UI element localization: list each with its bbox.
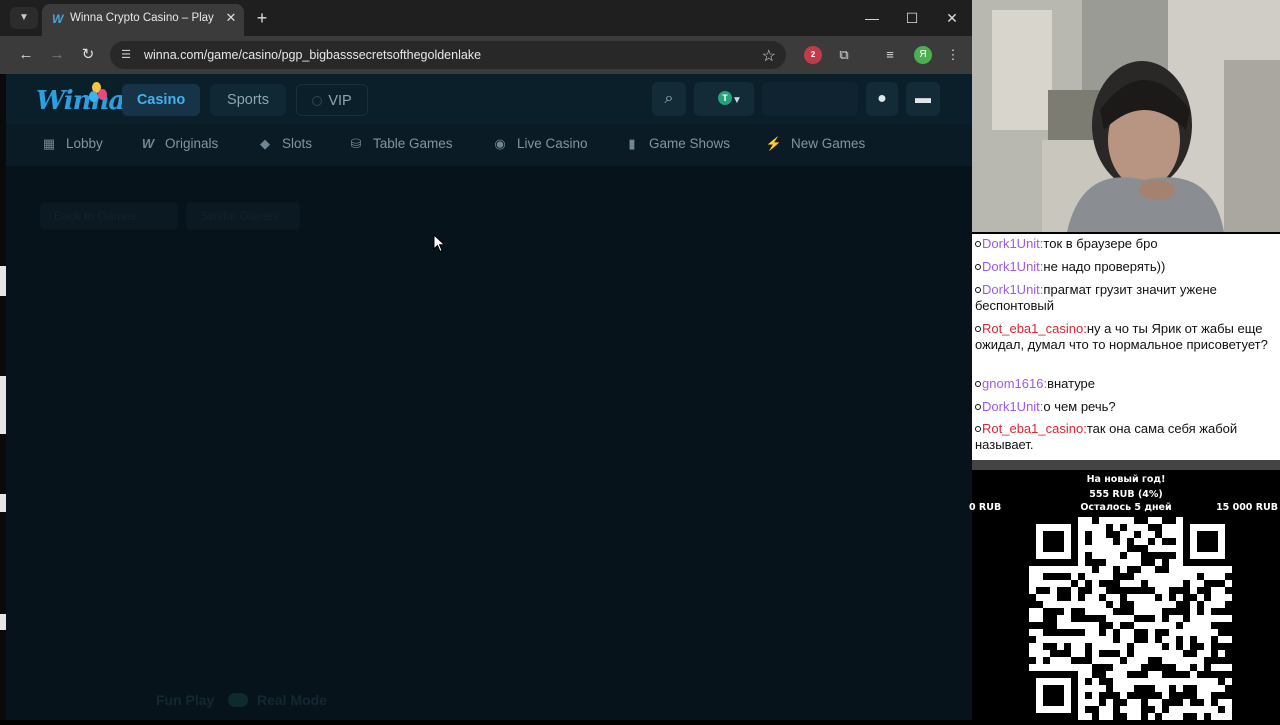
chat-bullet-icon [975,326,981,332]
tab-strip: ▼ W Winna Crypto Casino – Play and ✕ + —… [0,0,972,36]
tab-close-icon[interactable]: ✕ [223,10,239,26]
chevron-down-icon: ▼ [732,95,742,106]
chat-message: Dork1Unit:прагмат грузит значит ужене бе… [975,282,1217,313]
close-window-icon[interactable]: ✕ [942,8,962,28]
back-to-games-button[interactable]: Back to Games [40,202,178,230]
game-content-area: Back to Games Similar Games Fun Play Rea… [6,166,972,720]
active-tab[interactable]: W Winna Crypto Casino – Play and ✕ [42,4,244,36]
chat-bullet-icon [975,426,981,432]
chat-bubble-icon[interactable]: ▬ [906,82,940,116]
search-icon[interactable]: ⌕ [652,82,686,116]
category-nav: ▦ Lobby W Originals ◆ Slots ⛁ Table Games ◉ L… [6,124,972,166]
balance-display[interactable] [762,82,858,116]
back-arrow-icon[interactable]: ← [16,45,36,65]
fun-play-label[interactable]: Fun Play [156,692,214,708]
browser-menu-icon[interactable]: ⋮ [943,45,963,65]
minimize-icon[interactable]: — [862,8,882,28]
category-live-casino[interactable]: ◉ Live Casino [491,136,587,154]
goal-max: 15 000 RUB [1216,502,1278,513]
diamond-icon: ◆ [260,136,270,151]
category-lobby[interactable]: ▦ Lobby [40,136,103,154]
tab-title: Winna Crypto Casino – Play and [70,12,216,24]
donation-qr-code[interactable] [1029,517,1232,720]
user-icon[interactable]: ● [866,82,898,116]
nav-casino-tab[interactable]: Casino [122,84,200,116]
category-originals[interactable]: W Originals [139,136,218,154]
stream-chat: Dork1Unit:ток в браузере бро Dork1Unit:н… [972,234,1280,460]
real-mode-label[interactable]: Real Mode [257,692,327,708]
url-text[interactable]: winna.com/game/casino/pgp_bigbasssecrets… [144,48,481,62]
donation-goal: На новый год! 555 RUB (4%) 0 RUB Осталос… [969,470,1280,520]
chat-bullet-icon [975,287,981,293]
similar-games-button[interactable]: Similar Games [186,202,300,230]
webcam-image [972,0,1280,232]
chat-bullet-icon [975,381,981,387]
reload-icon[interactable]: ↻ [78,45,98,65]
microphone-icon: ▮ [628,136,636,151]
chat-bullet-icon [975,264,981,270]
vip-spinner-icon [312,96,323,106]
browser-toolbar: ← → ↻ ☰ winna.com/game/casino/pgp_bigbas… [0,36,972,74]
balloon-icon [98,89,107,100]
stream-overlay: Dork1Unit:ток в браузере бро Dork1Unit:н… [969,0,1280,720]
chat-message: Rot_eba1_casino:так она сама себя жабой … [975,421,1238,452]
mouse-cursor-icon [433,234,446,253]
tab-search-button[interactable]: ▼ [10,7,38,29]
browser-window: ▼ W Winna Crypto Casino – Play and ✕ + —… [0,0,972,720]
extension-adblock-icon[interactable]: 2 [804,46,822,64]
winna-w-icon: W [141,136,155,151]
chat-message: Dork1Unit:не надо проверять)) [975,259,1275,275]
winna-page: Winna Casino Sports VIP ⌕ ▼ T ● ▬ ▦ Lobby… [6,74,972,720]
balloon-icon [89,91,98,102]
address-bar[interactable]: ☰ winna.com/game/casino/pgp_bigbasssecre… [110,41,786,69]
chat-message: Dork1Unit:о чем речь? [975,399,1275,415]
broadcast-icon: ◉ [494,136,506,151]
nav-vip-tab[interactable]: VIP [296,84,368,116]
poker-chip-icon: ⛁ [350,136,362,151]
extensions-puzzle-icon[interactable]: ⧉ [834,45,854,65]
new-tab-button[interactable]: + [252,8,272,28]
qr-code-image [1029,517,1232,720]
winna-favicon-icon: W [52,12,64,26]
chat-bullet-icon [975,241,981,247]
category-table-games[interactable]: ⛁ Table Games [347,136,453,154]
tether-currency-icon: T [718,91,732,105]
bookmark-star-icon[interactable]: ☆ [762,46,776,66]
nav-sports-tab[interactable]: Sports [210,84,286,116]
maximize-icon[interactable]: ☐ [902,8,922,28]
chat-footer-bar [972,460,1280,470]
chat-message: gnom1616:внатуре [975,376,1275,392]
reading-list-icon[interactable]: ≡ [880,45,900,65]
category-slots[interactable]: ◆ Slots [256,136,312,154]
goal-amount: 555 RUB (4%) [1089,489,1163,500]
webcam-feed [972,0,1280,232]
chat-message: Dork1Unit:ток в браузере бро [975,236,1275,252]
play-mode-toggle[interactable] [228,693,248,707]
forward-arrow-icon[interactable]: → [47,45,67,65]
chat-bullet-icon [975,404,981,410]
category-game-shows[interactable]: ▮ Game Shows [623,136,730,154]
winna-logo[interactable]: Winna [36,80,125,120]
category-new-games[interactable]: ⚡ New Games [765,136,865,154]
site-header: Winna Casino Sports VIP ⌕ ▼ T ● ▬ [6,74,972,124]
goal-title: На новый год! [1086,474,1166,485]
lightning-icon: ⚡ [765,136,783,151]
grid-icon: ▦ [42,136,56,151]
profile-avatar[interactable]: Я [914,46,932,64]
chat-message: Rot_eba1_casino:ну а чо ты Ярик от жабы … [975,321,1268,352]
site-info-icon[interactable]: ☰ [118,47,134,63]
